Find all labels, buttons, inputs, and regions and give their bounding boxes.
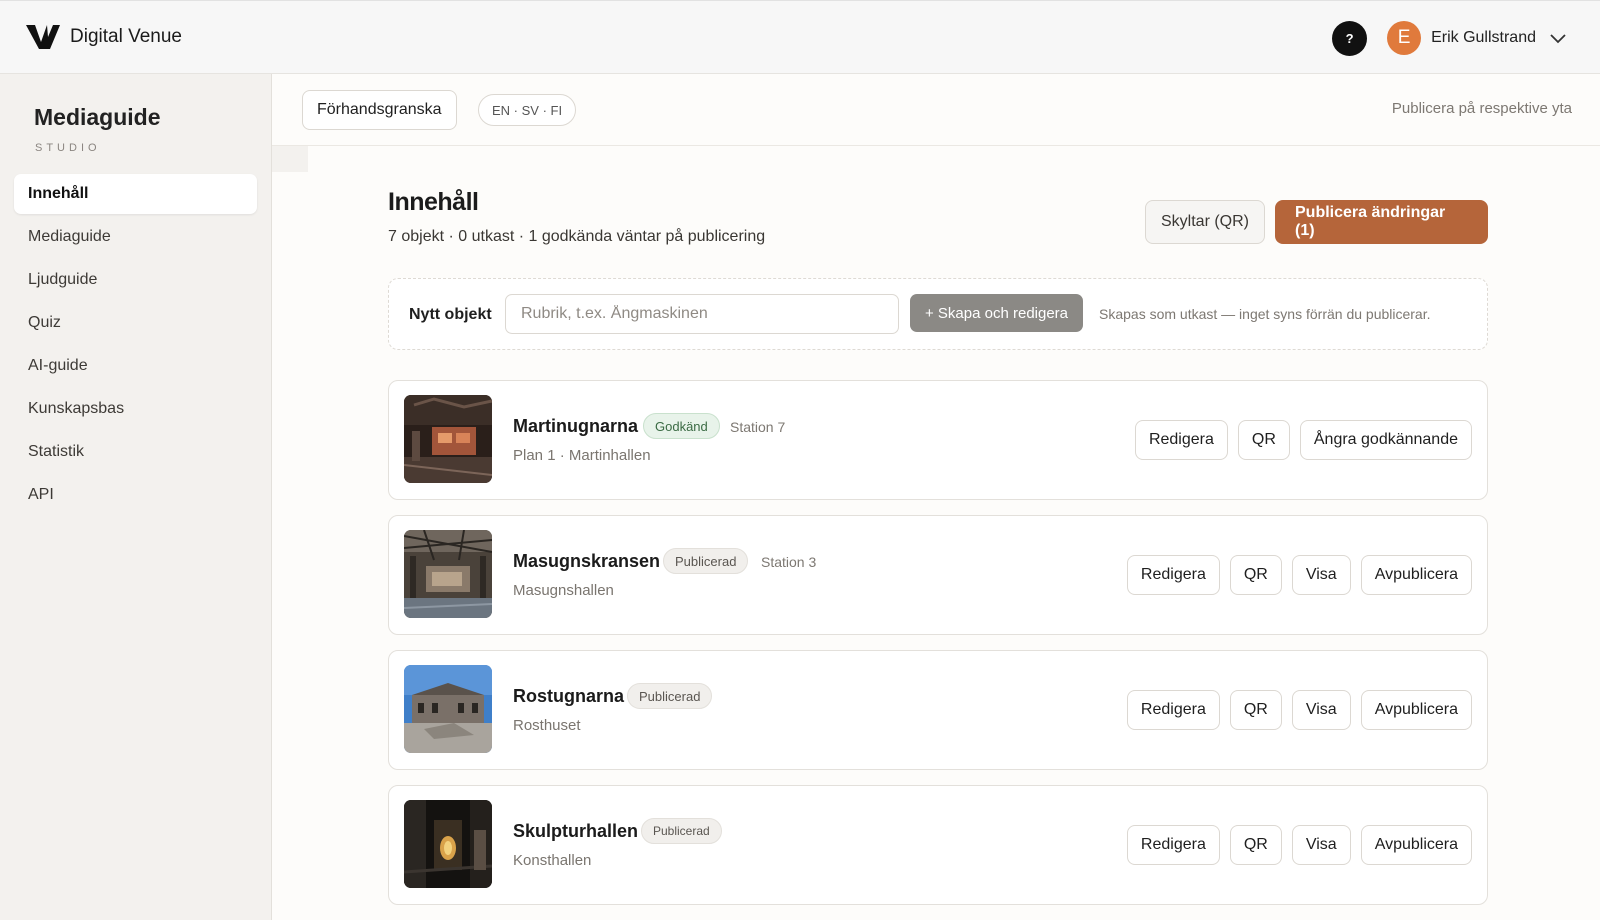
brand[interactable]: Digital Venue: [26, 25, 182, 49]
sidebar-item-mediaguide[interactable]: Mediaguide: [14, 217, 257, 257]
item-thumbnail[interactable]: [404, 665, 492, 753]
item-title[interactable]: Rostugnarna: [513, 686, 624, 707]
sidebar-title: Mediaguide: [34, 104, 161, 130]
view-button[interactable]: Visa: [1291, 825, 1351, 865]
item-title[interactable]: Martinugnarna: [513, 416, 638, 437]
item-location: Rosthuset: [513, 717, 581, 734]
item-thumbnail[interactable]: [404, 530, 492, 618]
publish-hint: Publicera på respektive yta: [1391, 100, 1572, 117]
avatar[interactable]: E: [1387, 21, 1422, 55]
sidebar-item-ai-guide[interactable]: AI-guide: [14, 346, 257, 386]
page-stats: 7 objekt · 0 utkast · 1 godkända väntar …: [388, 228, 766, 245]
qr-button[interactable]: QR: [1229, 690, 1282, 730]
sidebar-item-ljudguide[interactable]: Ljudguide: [14, 260, 257, 300]
view-button[interactable]: Visa: [1291, 690, 1351, 730]
view-button[interactable]: Visa: [1291, 555, 1351, 595]
masugnskransen-photo-icon: [404, 530, 492, 618]
station-label: Station 3: [761, 554, 817, 570]
new-object-hint: Skapas som utkast — inget syns förrän du…: [1099, 306, 1431, 322]
item-thumbnail[interactable]: [404, 395, 492, 483]
sidebar-subtitle: STUDIO: [35, 142, 101, 154]
list-item: Martinugnarna Godkänd Station 7 Plan 1 ·…: [388, 380, 1488, 500]
undo-approval-button[interactable]: Ångra godkännande: [1299, 420, 1472, 460]
new-object-title-input[interactable]: [505, 294, 899, 334]
item-location: Konsthallen: [513, 852, 592, 869]
edit-button[interactable]: Redigera: [1126, 555, 1220, 595]
digital-venue-logo-icon: [26, 25, 60, 49]
sidebar-item-statistik[interactable]: Statistik: [14, 432, 257, 472]
sidebar-item-quiz[interactable]: Quiz: [14, 303, 257, 343]
martinugnarna-photo-icon: [404, 395, 492, 483]
edit-button[interactable]: Redigera: [1134, 420, 1228, 460]
sub-toolbar: Förhandsgranska EN · SV · FI Publicera p…: [272, 74, 1600, 146]
tab-notch: [272, 146, 308, 172]
new-object-label: Nytt objekt: [409, 306, 492, 323]
status-badge: Publicerad: [627, 683, 713, 709]
status-badge: Publicerad: [663, 548, 749, 574]
qr-button[interactable]: QR: [1229, 825, 1282, 865]
sidebar-item-innehall[interactable]: Innehåll: [14, 174, 257, 214]
sidebar-item-kunskapsbas[interactable]: Kunskapsbas: [14, 389, 257, 429]
chevron-down-icon[interactable]: [1548, 28, 1568, 48]
unpublish-button[interactable]: Avpublicera: [1360, 690, 1472, 730]
page-title: Innehåll: [388, 188, 479, 216]
unpublish-button[interactable]: Avpublicera: [1360, 825, 1472, 865]
item-location: Masugnshallen: [513, 582, 614, 599]
item-thumbnail[interactable]: [404, 800, 492, 888]
sidebar-nav: Innehåll Mediaguide Ljudguide Quiz AI-gu…: [14, 174, 257, 518]
preview-button[interactable]: Förhandsgranska: [302, 90, 457, 130]
sidebar-item-api[interactable]: API: [14, 475, 257, 515]
new-object-panel: Nytt objekt + Skapa och redigera Skapas …: [388, 278, 1488, 350]
qr-button[interactable]: QR: [1229, 555, 1282, 595]
create-and-edit-button[interactable]: + Skapa och redigera: [910, 294, 1084, 332]
brand-name: Digital Venue: [70, 26, 182, 47]
unpublish-button[interactable]: Avpublicera: [1360, 555, 1472, 595]
language-selector[interactable]: EN · SV · FI: [478, 94, 577, 126]
user-name[interactable]: Erik Gullstrand: [1431, 29, 1536, 47]
sidebar: Mediaguide STUDIO Innehåll Mediaguide Lj…: [0, 74, 272, 920]
help-button[interactable]: ?: [1332, 20, 1368, 56]
item-title[interactable]: Skulpturhallen: [513, 821, 638, 842]
signs-qr-button[interactable]: Skyltar (QR): [1145, 200, 1265, 244]
edit-button[interactable]: Redigera: [1126, 690, 1220, 730]
top-bar: Digital Venue ? E Erik Gullstrand: [0, 0, 1600, 74]
list-item: Rostugnarna Publicerad Rosthuset Rediger…: [388, 650, 1488, 770]
item-location: Plan 1 · Martinhallen: [513, 447, 651, 464]
station-label: Station 7: [730, 419, 786, 435]
status-badge: Publicerad: [641, 818, 722, 844]
list-item: Masugnskransen Publicerad Station 3 Masu…: [388, 515, 1488, 635]
publish-changes-button[interactable]: Publicera ändringar (1): [1275, 200, 1488, 244]
qr-button[interactable]: QR: [1237, 420, 1290, 460]
list-item: Skulpturhallen Publicerad Konsthallen Re…: [388, 785, 1488, 905]
skulpturhallen-photo-icon: [404, 800, 492, 888]
item-title[interactable]: Masugnskransen: [513, 551, 660, 572]
rostugnarna-photo-icon: [404, 665, 492, 753]
status-badge: Godkänd: [643, 413, 720, 439]
edit-button[interactable]: Redigera: [1126, 825, 1220, 865]
